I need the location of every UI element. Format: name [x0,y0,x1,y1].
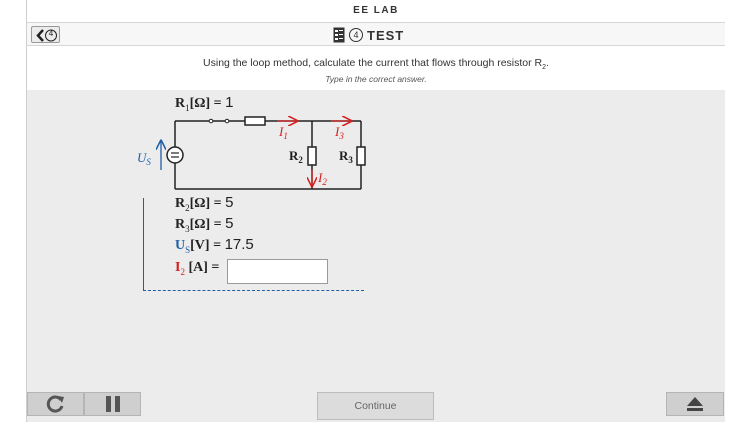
resistor-r3 [356,146,366,166]
voltage-source [166,146,184,164]
given-bracket-line [143,198,144,291]
question-panel: Using the loop method, calculate the cur… [27,46,725,90]
question-text: Using the loop method, calculate the cur… [27,57,725,71]
back-button[interactable]: 4 [31,26,60,43]
pause-icon [105,396,120,412]
instruction-text: Type in the correct answer. [325,74,427,84]
i3-label: I3 [334,124,344,141]
section-title: 4 TEST [333,24,404,46]
eject-icon [687,397,703,411]
nav-bar: 4 4 TEST [27,22,725,46]
back-badge-number: 4 [48,29,54,38]
bottom-bar: Continue [27,390,725,422]
work-area: R1[Ω] = 1 US I1 I3 I2 R2 R3 R2[Ω] = 5 R3… [27,90,725,390]
i2-label: I2 [317,170,327,187]
answer-input[interactable] [227,259,328,284]
r3-label: R3 [339,148,353,165]
top-bar: EE LAB [27,0,725,22]
i1-label: I1 [278,124,288,141]
question-text-main: Using the loop method, calculate the cur… [203,57,543,69]
restart-button[interactable] [27,392,84,416]
continue-button[interactable]: Continue [317,392,434,420]
circuit-diagram: US I1 I3 I2 R2 R3 [137,90,366,190]
r2-label: R2 [289,148,303,165]
question-text-end: . [546,57,549,69]
r2-given: R2[Ω] = 5 [175,194,234,213]
r3-given: R3[Ω] = 5 [175,215,234,234]
section-label: TEST [367,27,405,43]
us-given: US[V] = 17.5 [175,236,254,255]
app-title: EE LAB [353,5,399,16]
restart-icon [46,395,64,413]
section-number-badge: 4 [349,28,363,42]
app-window: EE LAB 4 4 TEST Using the loop method, c… [0,0,750,422]
given-dashed-line [143,290,364,291]
eject-button[interactable] [666,392,724,416]
i2-answer-label: I2 [A] = [175,260,220,277]
resistor-r2 [307,146,317,166]
circuit-wires [174,120,362,190]
us-label: US [137,150,151,167]
test-document-icon [333,27,345,43]
pause-button[interactable] [84,392,141,416]
lesson-frame: EE LAB 4 4 TEST Using the loop method, c… [26,0,725,422]
resistor-r1 [244,116,266,126]
